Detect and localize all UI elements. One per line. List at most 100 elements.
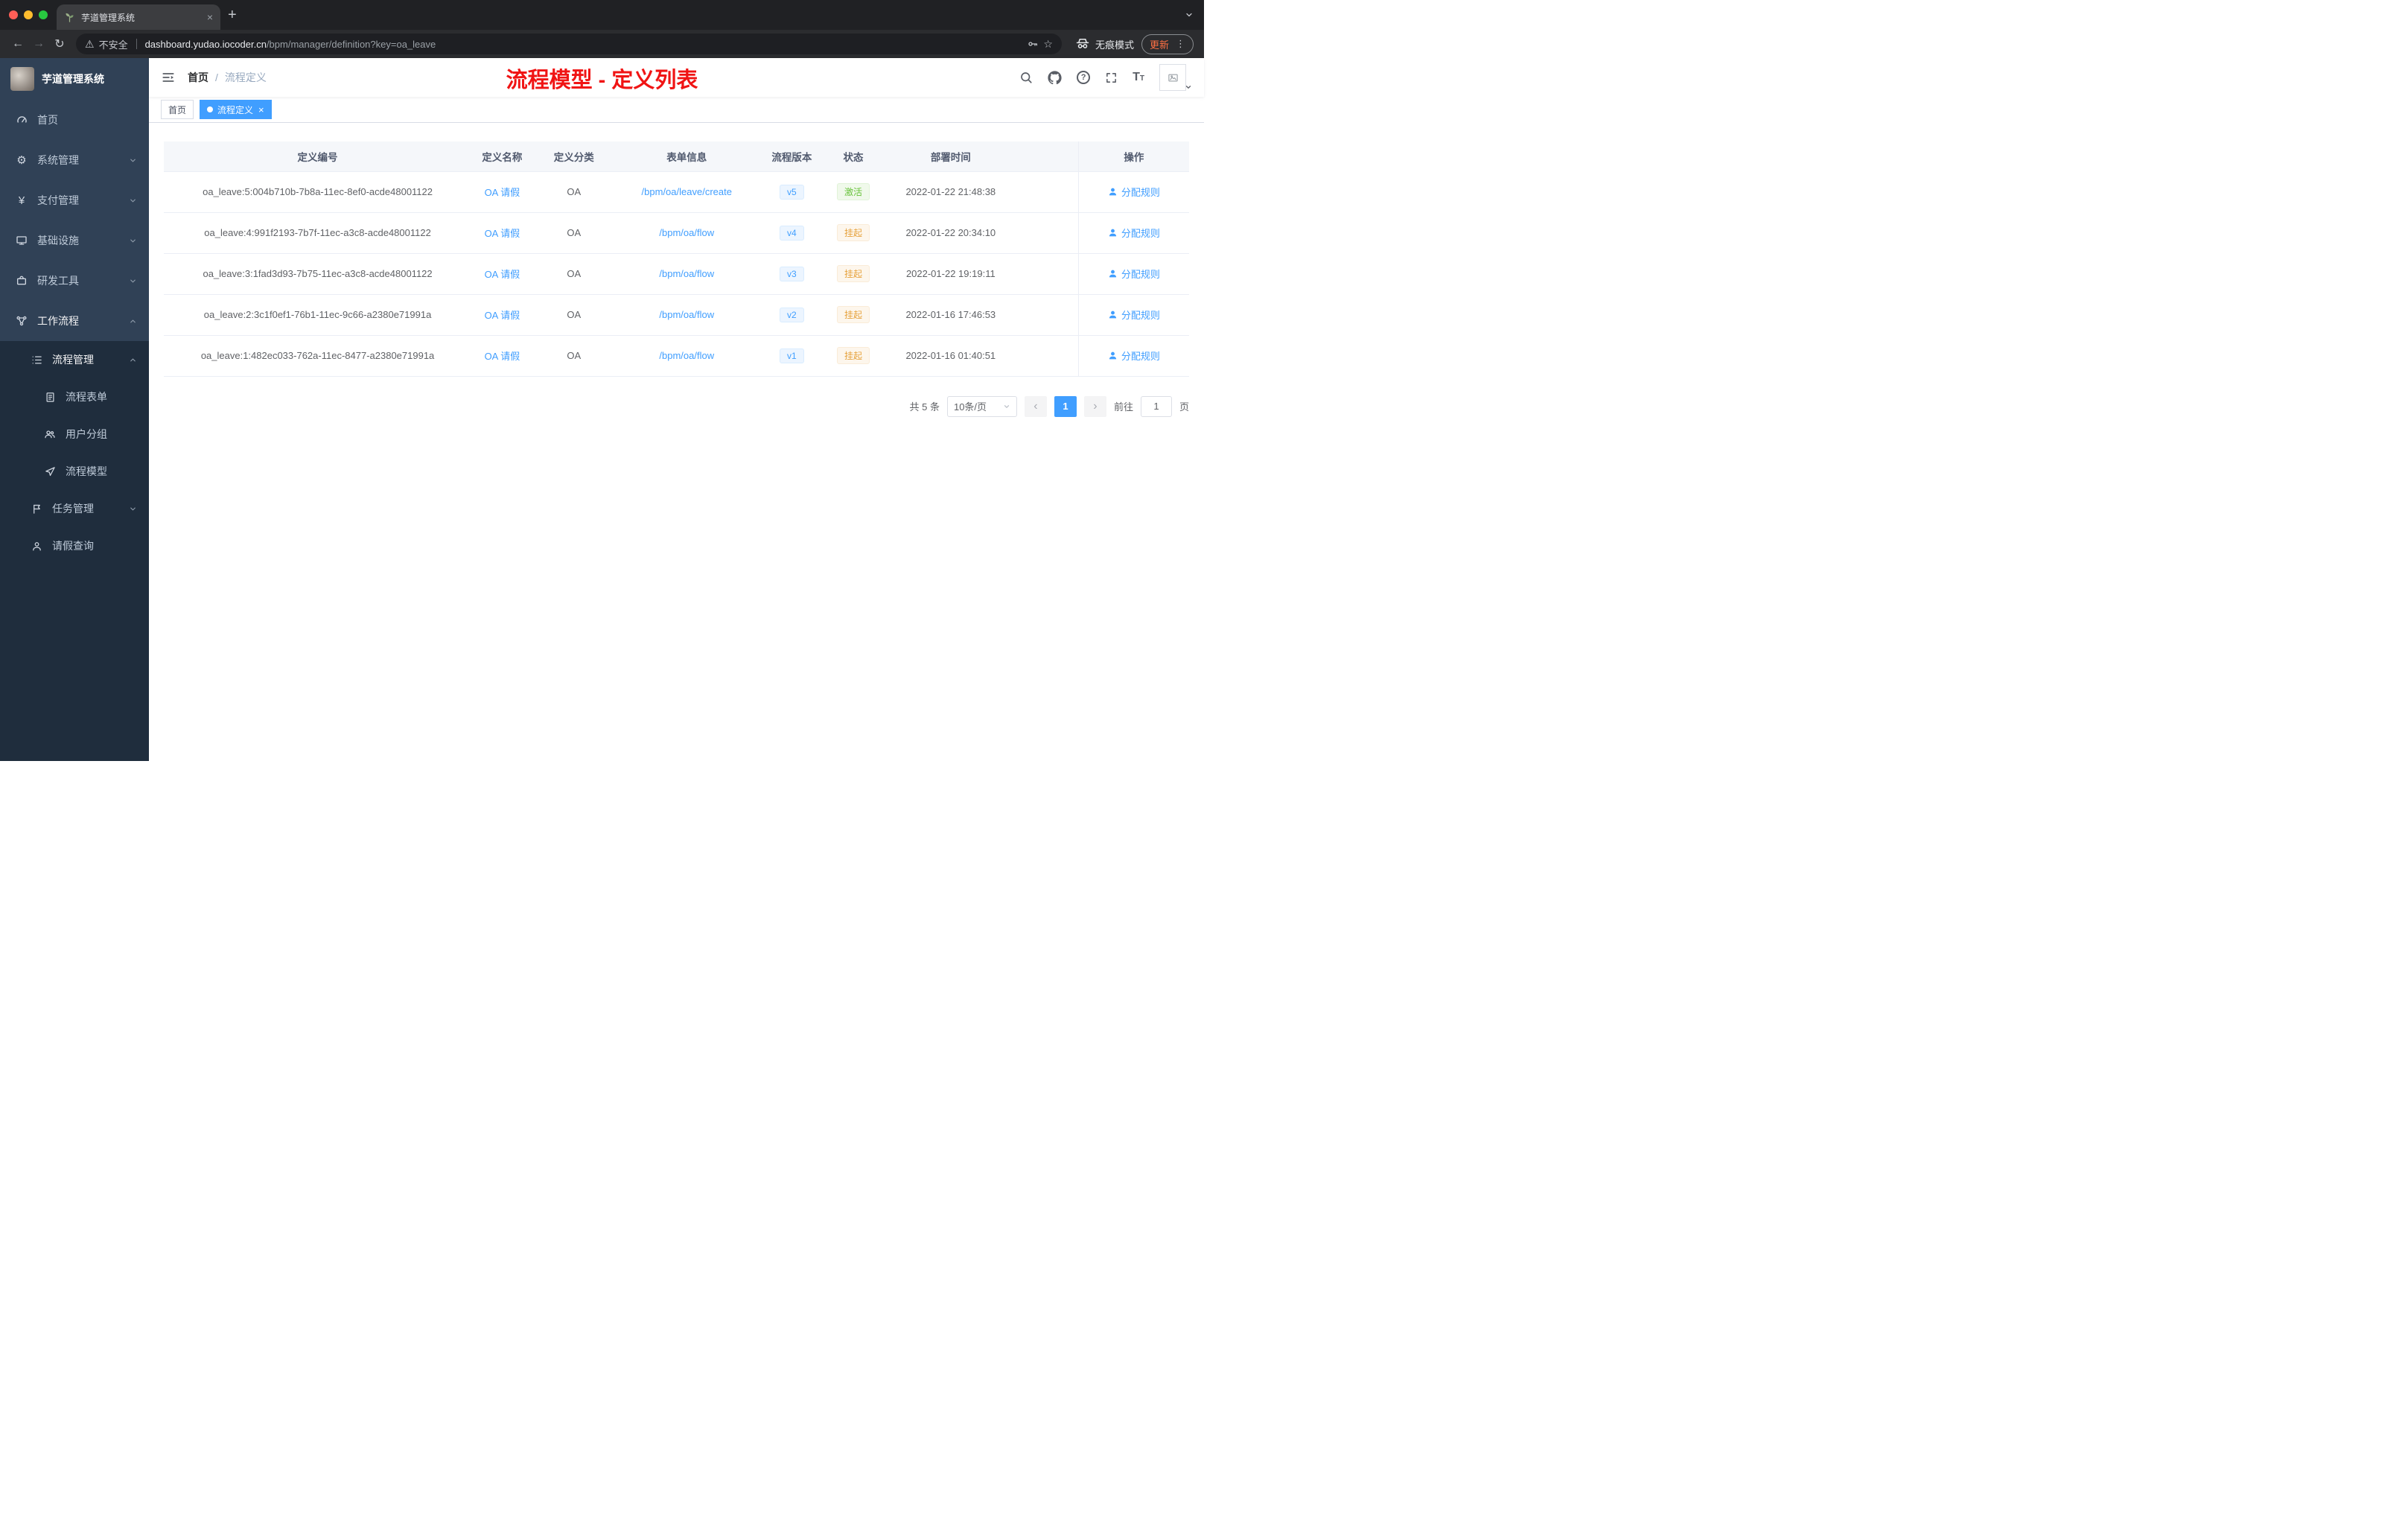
form-info-link[interactable]: /bpm/oa/flow [659,350,714,361]
user-avatar-dropdown[interactable] [1159,64,1192,91]
incognito-label: 无痕模式 [1095,39,1134,51]
filler-cell [1019,253,1079,295]
definition-id: oa_leave:1:482ec033-762a-11ec-8477-a2380… [164,335,472,377]
goto-page-input[interactable] [1140,395,1172,417]
assign-rule-link[interactable]: 分配规则 [1108,267,1160,281]
sidebar-item-workflow[interactable]: 工作流程 [0,301,149,341]
sidebar-item-leave-query[interactable]: 请假查询 [0,527,149,564]
browser-toolbar: ← → ↻ ⚠ 不安全 dashboard.yudao.iocoder.cn/b… [0,30,1204,58]
update-label: 更新 [1149,39,1169,51]
browser-menu-kebab-icon[interactable]: ⋮ [1176,38,1185,50]
deploy-time: 2022-01-22 19:19:11 [881,253,1020,295]
sidebar-collapse-icon[interactable] [161,70,176,85]
caret-down-icon [1185,83,1192,91]
definition-name-link[interactable]: OA 请假 [485,187,520,198]
definition-id: oa_leave:3:1fad3d93-7b75-11ec-a3c8-acde4… [164,253,472,295]
breadcrumb: 首页 / 流程定义 [188,70,267,85]
breadcrumb-home[interactable]: 首页 [188,70,208,85]
address-bar[interactable]: ⚠ 不安全 dashboard.yudao.iocoder.cn/bpm/man… [76,34,1062,54]
definition-category: OA [532,253,615,295]
form-info-link[interactable]: /bpm/oa/flow [659,309,714,320]
status-badge: 挂起 [837,347,870,364]
sidebar-item-user-group[interactable]: 用户分组 [0,415,149,453]
next-page-button[interactable]: › [1083,395,1106,417]
filler-cell [1019,335,1079,377]
table-header-row: 定义编号 定义名称 定义分类 表单信息 流程版本 状态 部署时间 操作 [164,141,1189,172]
definition-name-link[interactable]: OA 请假 [485,310,520,321]
forward-button[interactable]: → [28,37,49,51]
font-size-icon[interactable] [1133,71,1144,83]
sidebar-item-process-management[interactable]: 流程管理 [0,341,149,378]
search-icon[interactable] [1019,71,1033,84]
table-row: oa_leave:1:482ec033-762a-11ec-8477-a2380… [164,335,1189,377]
status-badge: 激活 [837,183,870,200]
definition-name-link[interactable]: OA 请假 [485,269,520,280]
browser-tab[interactable]: 芋道管理系统 × [57,4,220,30]
assign-rule-link[interactable]: 分配规则 [1108,185,1160,199]
table-row: oa_leave:2:3c1f0ef1-76b1-11ec-9c66-a2380… [164,294,1189,336]
assign-rule-link[interactable]: 分配规则 [1108,308,1160,322]
url-text[interactable]: dashboard.yudao.iocoder.cn/bpm/manager/d… [145,39,1023,50]
url-path: /bpm/manager/definition?key=oa_leave [266,38,436,50]
new-tab-button[interactable]: + [228,7,237,22]
sidebar-item-devtools[interactable]: 研发工具 [0,261,149,301]
bookmark-star-icon[interactable]: ☆ [1043,38,1053,51]
github-icon[interactable] [1048,70,1062,85]
person-icon [30,541,43,552]
zoom-window-button[interactable] [39,10,48,19]
status-badge: 挂起 [837,306,870,323]
column-definition-name: 定义名称 [471,141,533,172]
sidebar-item-label: 请假查询 [52,540,94,552]
avatar[interactable] [1159,64,1186,91]
column-filler [1019,141,1079,172]
tag-process-definition[interactable]: 流程定义 × [200,100,272,119]
tag-label: 流程定义 [217,104,254,115]
tab-title: 芋道管理系统 [81,12,136,23]
table-row: oa_leave:3:1fad3d93-7b75-11ec-a3c8-acde4… [164,253,1189,295]
help-icon[interactable] [1077,71,1091,84]
active-tag-dot [207,106,214,112]
version-badge: v1 [780,348,804,363]
assign-rule-link[interactable]: 分配规则 [1108,348,1160,363]
incognito-icon [1075,36,1090,51]
window-controls [0,0,57,30]
annotation-title: 流程模型 - 定义列表 [506,69,698,92]
reload-button[interactable]: ↻ [49,36,70,51]
prev-page-button[interactable]: ‹ [1024,395,1047,417]
assign-rule-label: 分配规则 [1121,351,1160,362]
sidebar-item-process-form[interactable]: 流程表单 [0,378,149,415]
filler-cell [1019,212,1079,254]
assign-rule-link[interactable]: 分配规则 [1108,226,1160,240]
definition-id: oa_leave:4:991f2193-7b7f-11ec-a3c8-acde4… [164,212,472,254]
form-info-link[interactable]: /bpm/oa/leave/create [642,186,732,197]
form-info-link[interactable]: /bpm/oa/flow [659,268,714,279]
page-1-button[interactable]: 1 [1054,395,1077,417]
page-size-select[interactable]: 10条/页 [946,395,1017,417]
column-status: 状态 [825,141,882,172]
tag-home[interactable]: 首页 [161,100,194,119]
sidebar-item-home[interactable]: 首页 [0,100,149,140]
tab-search-chevron-icon[interactable] [1185,10,1194,19]
definition-name-link[interactable]: OA 请假 [485,228,520,239]
fullscreen-icon[interactable] [1105,71,1118,84]
filler-cell [1019,294,1079,336]
back-button[interactable]: ← [7,37,28,51]
sidebar-item-payment[interactable]: ¥ 支付管理 [0,180,149,220]
breadcrumb-current: 流程定义 [224,71,267,83]
sidebar-item-system[interactable]: ⚙ 系统管理 [0,140,149,180]
deploy-time: 2022-01-22 20:34:10 [881,212,1020,254]
tag-close-icon[interactable]: × [258,104,264,115]
update-chip[interactable]: 更新 ⋮ [1141,34,1194,54]
close-window-button[interactable] [9,10,18,19]
minimize-window-button[interactable] [24,10,33,19]
sidebar-item-infrastructure[interactable]: 基础设施 [0,220,149,261]
security-label: 不安全 [98,39,128,51]
form-info-link[interactable]: /bpm/oa/flow [659,227,714,238]
sidebar-item-task-management[interactable]: 任务管理 [0,490,149,527]
deploy-time: 2022-01-22 21:48:38 [881,171,1020,213]
sidebar-item-process-model[interactable]: 流程模型 [0,453,149,490]
tab-close-icon[interactable]: × [207,11,213,23]
definition-name-link[interactable]: OA 请假 [485,351,520,362]
password-key-icon[interactable] [1027,38,1039,50]
definition-table: 定义编号 定义名称 定义分类 表单信息 流程版本 状态 部署时间 操作 oa_l… [164,141,1189,377]
